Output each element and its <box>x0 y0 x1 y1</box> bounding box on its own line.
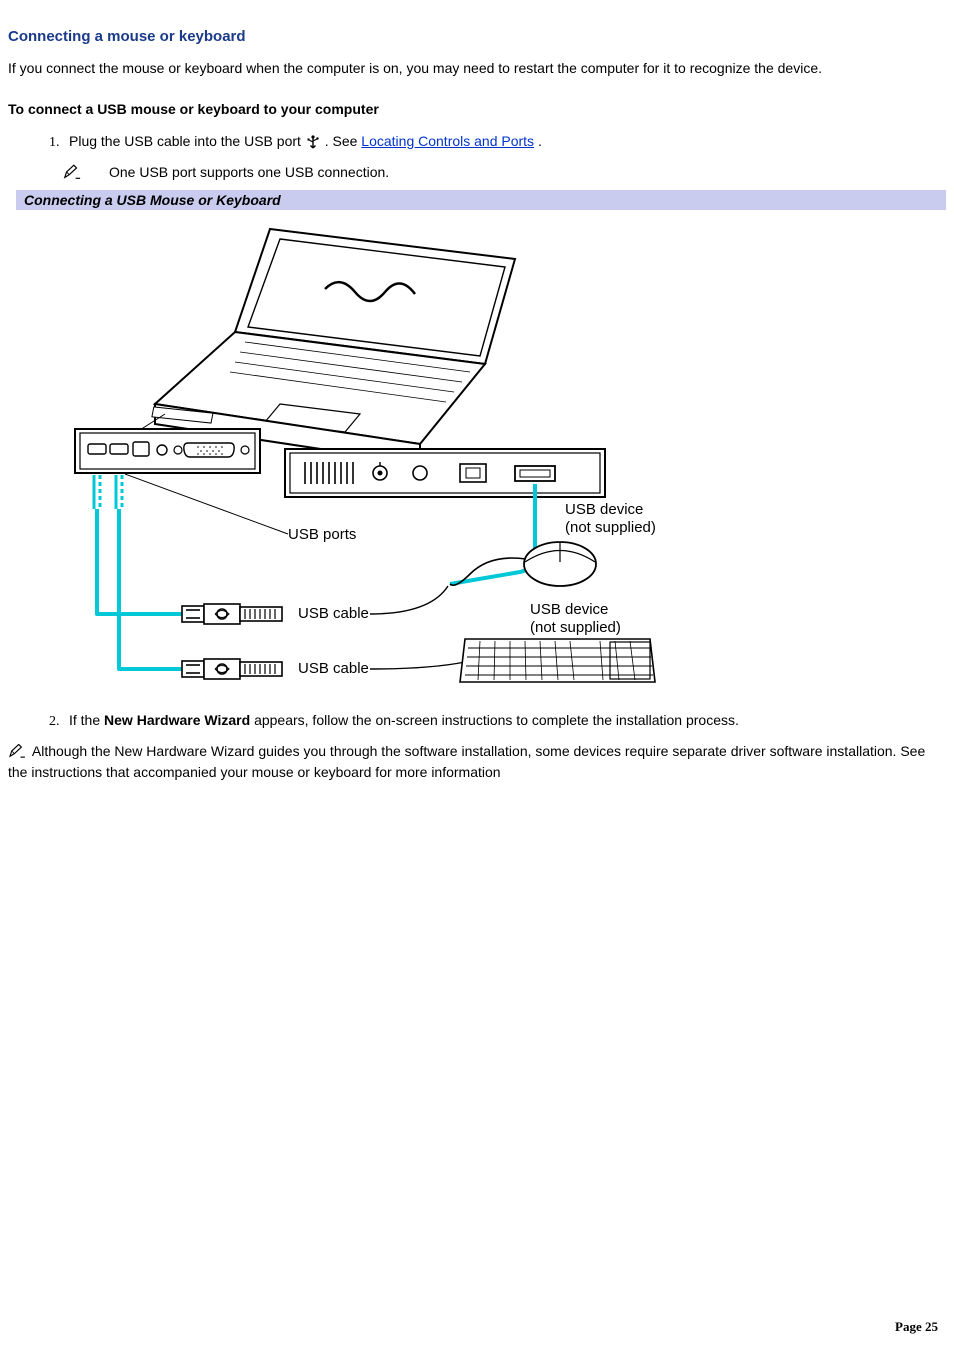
label-usb-cable-1: USB cable <box>298 605 369 622</box>
section-title: Connecting a mouse or keyboard <box>8 28 946 45</box>
note1-text: One USB port supports one USB connection… <box>109 164 389 180</box>
usb-connection-diagram: USB ports USB device (not supplied) <box>70 214 658 688</box>
note-1: One USB port supports one USB connection… <box>63 164 946 180</box>
note-pencil-icon <box>63 164 81 180</box>
step2-bold: New Hardware Wizard <box>104 712 250 728</box>
note2-text: Although the New Hardware Wizard guides … <box>8 743 925 780</box>
subheading: To connect a USB mouse or keyboard to yo… <box>8 100 946 119</box>
label-usb-device-1a: USB device <box>565 501 643 518</box>
label-usb-device-2a: USB device <box>530 601 608 618</box>
figure-caption: Connecting a USB Mouse or Keyboard <box>16 190 946 210</box>
label-usb-ports: USB ports <box>288 526 356 543</box>
note-pencil-icon-2 <box>8 745 30 761</box>
locating-controls-link[interactable]: Locating Controls and Ports <box>361 133 534 149</box>
label-not-supplied-2: (not supplied) <box>530 619 621 636</box>
label-usb-cable-2: USB cable <box>298 660 369 677</box>
usb-trident-icon <box>305 134 321 150</box>
label-not-supplied-1: (not supplied) <box>565 519 656 536</box>
step1-suffix: . <box>538 133 542 149</box>
step1-text-prefix: Plug the USB cable into the USB port <box>69 133 305 149</box>
step-1: Plug the USB cable into the USB port . S… <box>63 133 946 150</box>
step-2: If the New Hardware Wizard appears, foll… <box>63 712 946 728</box>
step1-see: . See <box>325 133 362 149</box>
page-number: Page 25 <box>895 1319 938 1335</box>
note-2: Although the New Hardware Wizard guides … <box>8 742 946 782</box>
step2-suffix: appears, follow the on-screen instructio… <box>254 712 739 728</box>
intro-paragraph: If you connect the mouse or keyboard whe… <box>8 59 946 78</box>
step2-prefix: If the <box>69 712 104 728</box>
